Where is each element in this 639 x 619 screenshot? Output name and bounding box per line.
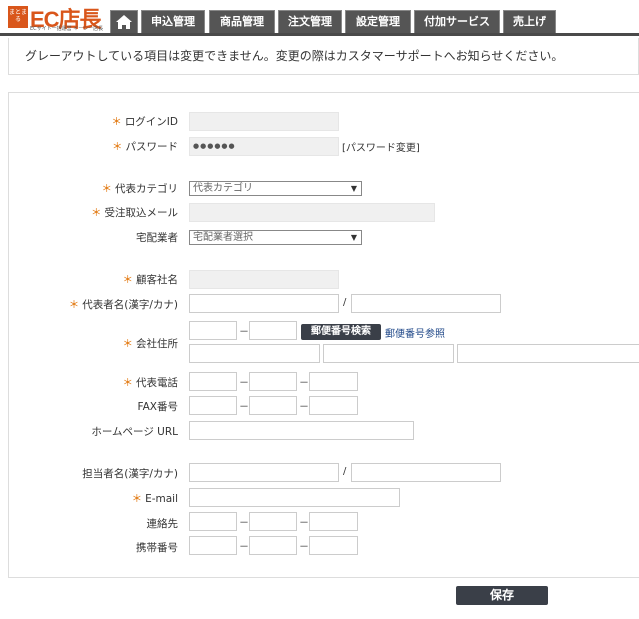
contact-name-kana-field[interactable] [351, 463, 501, 482]
tab-additional-services[interactable]: 付加サービス [414, 10, 500, 34]
dash-separator: － [299, 378, 309, 389]
homepage-url-field[interactable] [189, 421, 414, 440]
mobile-1-field[interactable] [189, 536, 237, 555]
slash-separator: / [343, 297, 347, 308]
homepage-label: ホームページ URL [91, 426, 178, 438]
dash-separator: － [299, 542, 309, 553]
tab-product-management[interactable]: 商品管理 [209, 10, 275, 34]
fax-label: FAX番号 [137, 401, 178, 413]
notice-box: グレーアウトしている項目は変更できません。変更の際はカスタマーサポートへお知らせ… [8, 38, 639, 75]
contact-name-kanji-field[interactable] [189, 463, 339, 482]
nav-bottom-bar [0, 33, 639, 36]
account-form: ＊ログインID ＊パスワード ●●●●●● [パスワード変更] ＊代表カテゴリ … [8, 92, 639, 578]
rep-name-kanji-field[interactable] [189, 294, 339, 313]
login-id-field[interactable] [189, 112, 339, 131]
rep-phone-3-field[interactable] [309, 372, 358, 391]
logo-mark: まとまる [8, 6, 28, 28]
dash-separator: － [239, 378, 249, 389]
zip-first-field[interactable] [189, 321, 237, 340]
address-city-field[interactable] [323, 344, 454, 363]
category-select[interactable]: 代表カテゴリ ▼ [189, 181, 362, 196]
zip-search-button[interactable]: 郵便番号検索 [301, 324, 381, 340]
dash-separator: － [299, 402, 309, 413]
address-prefecture-field[interactable] [189, 344, 320, 363]
order-mail-label: ＊受注取込メール [91, 207, 178, 219]
rep-phone-1-field[interactable] [189, 372, 237, 391]
logo[interactable]: まとまる EC店長 ECサイト一括運営 イーシー店長 [8, 5, 104, 32]
mobile-3-field[interactable] [309, 536, 358, 555]
chevron-down-icon: ▼ [350, 233, 357, 242]
email-field[interactable] [189, 488, 400, 507]
email-label: ＊ E-mail [131, 493, 178, 505]
password-change-link[interactable]: [パスワード変更] [342, 139, 420, 154]
tab-settings-management[interactable]: 設定管理 [345, 10, 411, 34]
dash-separator: － [239, 402, 249, 413]
home-icon [116, 15, 132, 29]
zip-second-field[interactable] [249, 321, 297, 340]
home-button[interactable] [110, 10, 138, 34]
password-field[interactable]: ●●●●●● [189, 137, 339, 156]
address-street-field[interactable] [457, 344, 639, 363]
order-mail-field[interactable] [189, 203, 435, 222]
contact-name-label: 担当者名(漢字/カナ) [82, 468, 178, 480]
dash-separator: － [239, 327, 249, 338]
tab-sales[interactable]: 売上げ [503, 10, 556, 34]
top-navigation: まとまる EC店長 ECサイト一括運営 イーシー店長 申込管理 商品管理 注文管… [0, 0, 639, 36]
password-label: ＊パスワード [112, 141, 178, 153]
contact-1-field[interactable] [189, 512, 237, 531]
contact-2-field[interactable] [249, 512, 297, 531]
carrier-select[interactable]: 宅配業者選択 ▼ [189, 230, 362, 245]
rep-phone-label: ＊代表電話 [122, 377, 179, 389]
company-label: ＊顧客社名 [122, 274, 179, 286]
rep-phone-2-field[interactable] [249, 372, 297, 391]
contact-label: 連絡先 [146, 518, 179, 530]
rep-name-kana-field[interactable] [351, 294, 501, 313]
notice-text: グレーアウトしている項目は変更できません。変更の際はカスタマーサポートへお知らせ… [25, 49, 564, 63]
rep-name-label: ＊代表者名(漢字/カナ) [68, 299, 178, 311]
company-name-field[interactable] [189, 270, 339, 289]
tab-application-management[interactable]: 申込管理 [141, 10, 205, 34]
fax-2-field[interactable] [249, 396, 297, 415]
save-button[interactable]: 保存 [456, 586, 548, 605]
dash-separator: － [239, 542, 249, 553]
logo-subtitle: ECサイト一括運営 イーシー店長 [30, 26, 104, 32]
dash-separator: － [299, 518, 309, 529]
dash-separator: － [239, 518, 249, 529]
chevron-down-icon: ▼ [350, 184, 357, 193]
zip-reference-link[interactable]: 郵便番号参照 [385, 325, 445, 340]
mobile-2-field[interactable] [249, 536, 297, 555]
slash-separator: / [343, 466, 347, 477]
category-label: ＊代表カテゴリ [101, 183, 179, 195]
mobile-label: 携帯番号 [136, 542, 178, 554]
login-id-label: ＊ログインID [111, 116, 178, 128]
address-label: ＊会社住所 [122, 338, 179, 350]
contact-3-field[interactable] [309, 512, 358, 531]
fax-3-field[interactable] [309, 396, 358, 415]
tab-order-management[interactable]: 注文管理 [278, 10, 342, 34]
fax-1-field[interactable] [189, 396, 237, 415]
carrier-label: 宅配業者 [136, 232, 178, 244]
